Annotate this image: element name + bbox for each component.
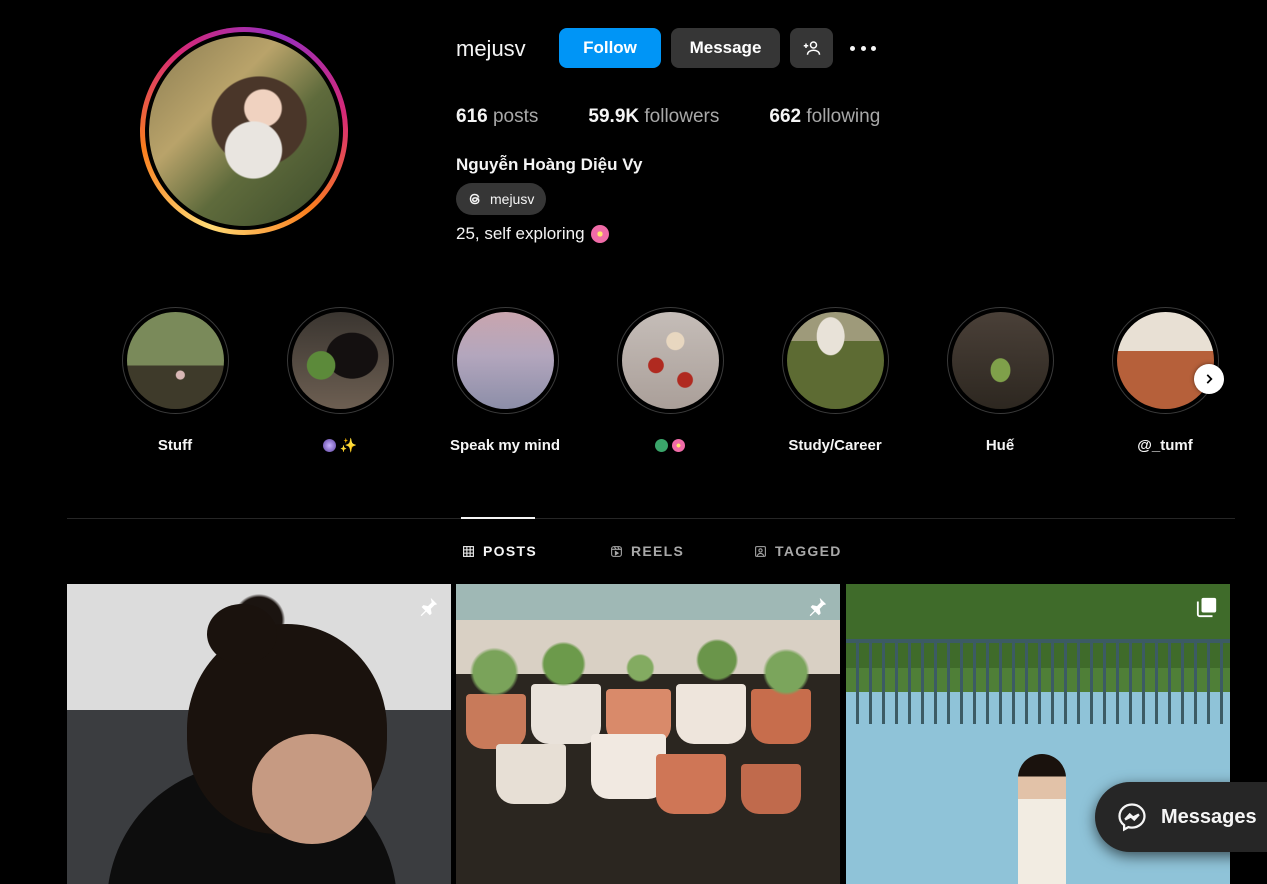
following-stat[interactable]: 662 following [769,106,880,128]
tabs-divider [67,518,1235,519]
highlight-ring [946,307,1054,414]
dot-icon [850,45,855,51]
highlight-label: Stuff [157,436,193,454]
post-image-shape [252,734,372,844]
post-image-shape [456,624,840,704]
dot-icon [871,45,876,51]
followers-count: 59.9K [588,106,640,127]
highlight-emoji-1[interactable]: ✨ [285,307,395,454]
more-options-button[interactable] [847,36,879,60]
post-thumbnail[interactable] [456,584,840,884]
followers-label: followers [644,106,720,127]
post-image-shape [846,639,1230,724]
highlight-cover [126,312,224,409]
suggested-users-button[interactable] [790,28,833,68]
post-image-shape [656,754,726,814]
highlight-cover [786,312,884,409]
active-tab-indicator [461,517,535,519]
threads-link[interactable]: mejusv [456,183,547,215]
carousel-icon [1196,597,1217,618]
following-label: following [806,106,881,127]
highlight-label [655,436,685,454]
tab-reels[interactable]: REELS [610,543,684,559]
tab-tagged[interactable]: TAGGED [754,543,842,559]
tab-label: TAGGED [775,543,842,559]
tab-posts[interactable]: POSTS [462,543,537,559]
highlight-label: Study/Career [788,436,882,454]
highlight-ring [121,307,229,414]
profile-bio: 25, self exploring [456,224,609,244]
highlight-cover [951,312,1049,409]
highlight-study-career[interactable]: Study/Career [780,307,890,454]
crystal-ball-icon [322,438,336,452]
profile-stats: 616 posts 59.9K followers 662 following [456,106,930,128]
post-image-shape [496,744,566,804]
highlight-stuff[interactable]: Stuff [120,307,230,454]
threads-icon [469,193,480,205]
highlight-ring [286,307,394,414]
profile-username: mejusv [456,36,526,61]
highlight-ring [1111,307,1219,414]
highlight-cover [621,312,719,409]
message-button[interactable]: Message [671,28,780,68]
avatar [149,36,339,226]
pin-icon [809,597,827,617]
messages-label: Messages [1161,805,1257,828]
highlight-speak-my-mind[interactable]: Speak my mind [450,307,560,454]
profile-avatar-ring[interactable] [140,27,348,235]
post-thumbnail[interactable] [67,584,451,884]
followers-stat[interactable]: 59.9K followers [588,106,719,128]
post-image-shape [207,604,277,664]
tagged-icon [755,545,766,557]
highlight-label: @_tumf [1137,436,1193,454]
add-user-icon [803,41,820,55]
chevron-right-icon [1206,374,1213,384]
tab-label: REELS [631,543,685,559]
highlight-label: ✨ [322,436,358,454]
highlight-emoji-2[interactable] [615,307,725,454]
post-image-shape [591,734,666,799]
highlight-label: Speak my mind [449,436,561,454]
highlight-ring [781,307,889,414]
post-image-shape [741,764,801,814]
follow-button[interactable]: Follow [559,28,661,68]
grid-icon [463,545,474,557]
tab-label: POSTS [483,543,537,559]
posts-label: posts [492,106,539,127]
flower-icon [672,438,685,452]
messenger-icon [1118,803,1146,832]
profile-full-name: Nguyễn Hoàng Diệu Vy [456,155,643,174]
threads-handle: mejusv [490,191,535,207]
leaf-icon [655,438,668,452]
post-image-shape [1018,754,1066,884]
flower-emoji-icon [590,225,609,243]
posts-count: 616 [456,106,488,127]
posts-stat: 616 posts [456,106,538,128]
highlight-cover [456,312,554,409]
dot-icon [860,45,866,51]
highlight-hue[interactable]: Huế [945,307,1055,454]
highlight-ring [616,307,724,414]
highlight-cover [1116,312,1214,409]
highlight-ring [451,307,559,414]
pin-icon [420,597,438,617]
avatar-frame [145,32,343,230]
reels-icon [611,545,622,557]
magic-wand-icon: ✨ [339,436,358,453]
highlight-label: Huế [985,436,1015,454]
highlights-next-button[interactable] [1194,364,1224,394]
messages-button[interactable]: Messages [1095,782,1267,852]
bio-text: 25, self exploring [456,224,585,243]
following-count: 662 [769,106,802,127]
highlight-cover [291,312,389,409]
